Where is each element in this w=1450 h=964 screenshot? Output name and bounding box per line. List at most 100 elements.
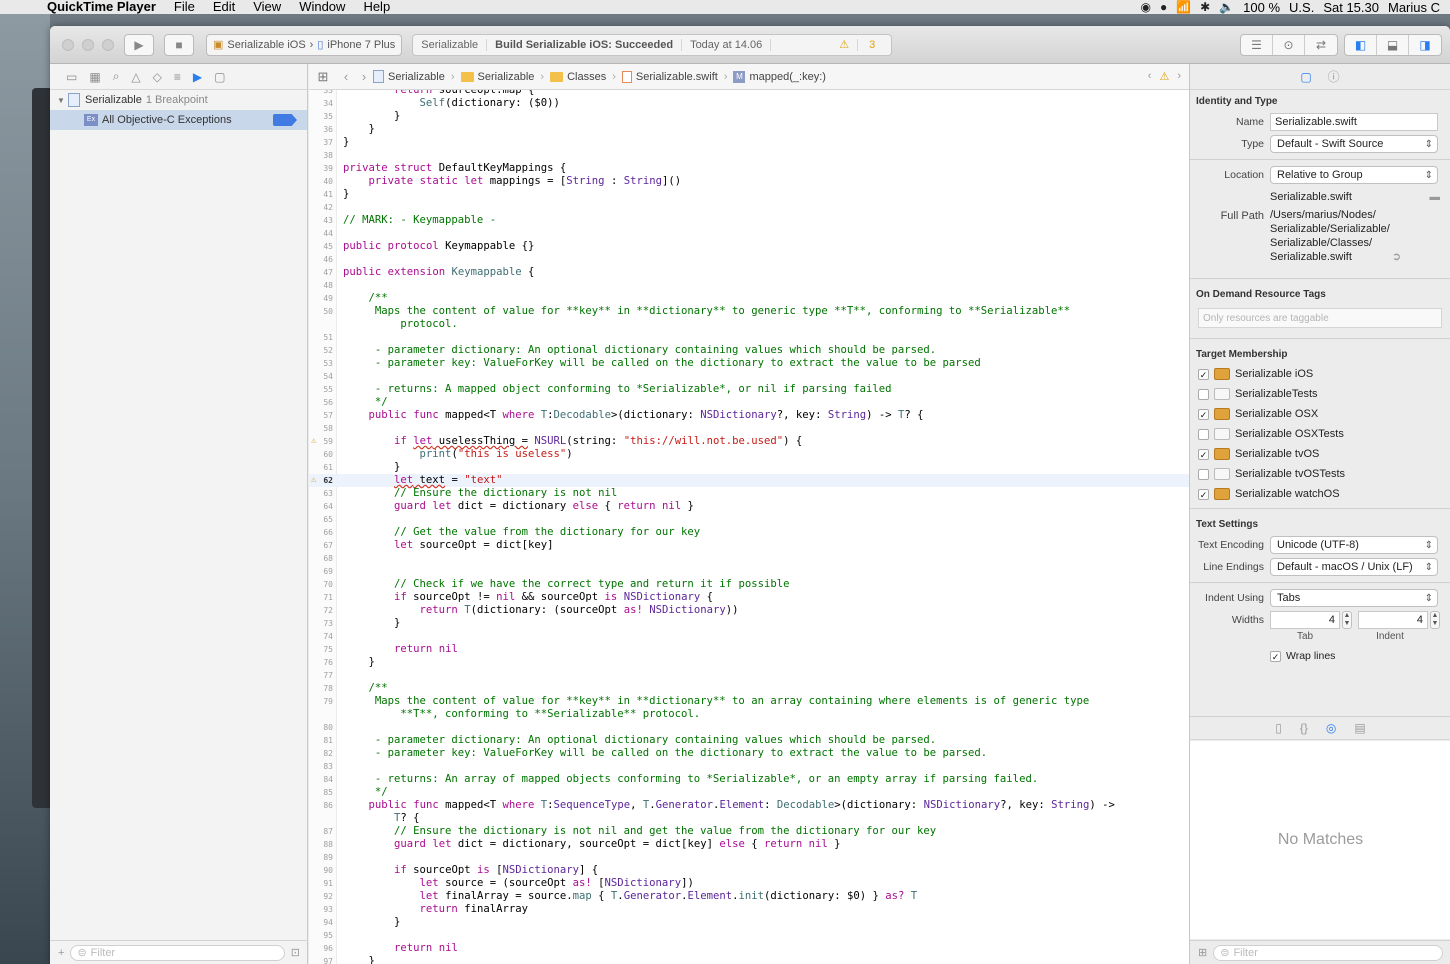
code-line[interactable]: 66 // Get the value from the dictionary …	[309, 526, 1189, 539]
line-number[interactable]: 74	[309, 630, 333, 643]
target-row[interactable]: ✓ Serializable OSX	[1190, 404, 1450, 424]
line-number[interactable]: 51	[309, 331, 333, 344]
menu-file[interactable]: File	[165, 0, 204, 14]
close-window-button[interactable]	[62, 38, 74, 51]
code-line[interactable]: 33 return sourceOpt.map {	[309, 90, 1189, 97]
code-line[interactable]: 90 if sourceOpt is [NSDictionary] {	[309, 864, 1189, 877]
target-row[interactable]: Serializable OSXTests	[1190, 424, 1450, 444]
line-number[interactable]: 44	[309, 227, 333, 240]
line-number[interactable]: 83	[309, 760, 333, 773]
code-text[interactable]: private static let mappings = [String : …	[343, 175, 682, 188]
code-text[interactable]: }	[343, 916, 400, 929]
line-number[interactable]: 61	[309, 461, 333, 474]
code-line[interactable]: 50 Maps the content of value for **key**…	[309, 305, 1189, 318]
related-items-icon[interactable]: ⊞	[309, 69, 337, 85]
type-select[interactable]: Default - Swift Source	[1270, 135, 1438, 153]
code-text[interactable]: return sourceOpt.map {	[343, 90, 534, 97]
line-number[interactable]: 40	[309, 175, 333, 188]
code-text[interactable]: public protocol Keymappable {}	[343, 240, 534, 253]
line-number[interactable]: 95	[309, 929, 333, 942]
code-line[interactable]: 57 public func mapped<T where T:Decodabl…	[309, 409, 1189, 422]
add-icon[interactable]: +	[58, 947, 64, 959]
reveal-in-finder-icon[interactable]: ➲	[1392, 250, 1401, 264]
code-line[interactable]: 46	[309, 253, 1189, 266]
line-number[interactable]: 79	[309, 695, 333, 708]
code-text[interactable]: public func mapped<T where T:SequenceTyp…	[343, 799, 1115, 812]
code-text[interactable]: if sourceOpt != nil && sourceOpt is NSDi…	[343, 591, 713, 604]
line-number[interactable]: 76	[309, 656, 333, 669]
choose-folder-icon[interactable]: ▬	[1430, 191, 1441, 203]
code-line[interactable]: 61 }	[309, 461, 1189, 474]
code-text[interactable]: // MARK: - Keymappable -	[343, 214, 496, 227]
code-line[interactable]: 76 }	[309, 656, 1189, 669]
code-text[interactable]: // Ensure the dictionary is not nil	[343, 487, 617, 500]
code-line[interactable]: 39 private struct DefaultKeyMappings {	[309, 162, 1189, 175]
code-text[interactable]: T? {	[343, 812, 420, 825]
code-text[interactable]: return T(dictionary: (sourceOpt as! NSDi…	[343, 604, 739, 617]
input-source[interactable]: U.S.	[1289, 0, 1314, 14]
line-number[interactable]: 92	[309, 890, 333, 903]
code-text[interactable]: let source = (sourceOpt as! [NSDictionar…	[343, 877, 694, 890]
menu-app-name[interactable]: QuickTime Player	[38, 0, 165, 14]
code-line[interactable]: 70 // Check if we have the correct type …	[309, 578, 1189, 591]
code-snippet-library-icon[interactable]: {}	[1300, 721, 1308, 735]
code-line[interactable]: 88 guard let dict = dictionary, sourceOp…	[309, 838, 1189, 851]
code-text[interactable]: guard let dict = dictionary else { retur…	[343, 500, 694, 513]
target-row[interactable]: SerializableTests	[1190, 384, 1450, 404]
target-checkbox[interactable]	[1198, 428, 1209, 440]
code-line[interactable]: 49 /**	[309, 292, 1189, 305]
code-line[interactable]: 48	[309, 279, 1189, 292]
line-number[interactable]: 56	[309, 396, 333, 409]
test-navigator-icon[interactable]: ◇	[153, 70, 162, 84]
grid-view-icon[interactable]: ⊞	[1198, 946, 1207, 959]
code-line[interactable]: 82 - parameter key: ValueForKey will be …	[309, 747, 1189, 760]
code-line[interactable]: 64 guard let dict = dictionary else { re…	[309, 500, 1189, 513]
code-text[interactable]: let finalArray = source.map { T.Generato…	[343, 890, 918, 903]
line-number[interactable]: 97	[309, 955, 333, 964]
code-line[interactable]: 79 Maps the content of value for **key**…	[309, 695, 1189, 708]
line-number[interactable]: 66	[309, 526, 333, 539]
code-line[interactable]: 60 print("this is useless")	[309, 448, 1189, 461]
line-number[interactable]: 35	[309, 110, 333, 123]
code-text[interactable]: }	[343, 617, 400, 630]
report-navigator-icon[interactable]: ▢	[214, 70, 225, 84]
code-line[interactable]: 91 let source = (sourceOpt as! [NSDictio…	[309, 877, 1189, 890]
line-number[interactable]: 39	[309, 162, 333, 175]
find-navigator-icon[interactable]: ⌕	[113, 69, 120, 84]
line-number[interactable]: 69	[309, 565, 333, 578]
code-line[interactable]: 67 let sourceOpt = dict[key]	[309, 539, 1189, 552]
code-text[interactable]: return nil	[343, 643, 458, 656]
code-text[interactable]: print("this is useless")	[343, 448, 573, 461]
stop-button[interactable]: ■	[164, 33, 194, 56]
line-number[interactable]: 49	[309, 292, 333, 305]
line-number[interactable]: 65	[309, 513, 333, 526]
line-number[interactable]: 54	[309, 370, 333, 383]
line-number[interactable]: 68	[309, 552, 333, 565]
file-template-library-icon[interactable]: ▯	[1275, 721, 1282, 735]
crumb-file[interactable]: Serializable.swift	[621, 70, 724, 83]
code-text[interactable]: }	[343, 955, 375, 964]
code-line[interactable]: 65	[309, 513, 1189, 526]
code-text[interactable]: Maps the content of value for **key** in…	[343, 305, 1070, 318]
target-row[interactable]: ✓ Serializable watchOS	[1190, 484, 1450, 504]
code-text[interactable]: }	[343, 123, 375, 136]
code-line[interactable]: 44	[309, 227, 1189, 240]
breakpoint-marker-icon[interactable]	[273, 114, 297, 126]
line-number[interactable]: 34	[309, 97, 333, 110]
navigator-filter-input[interactable]: ⊜ Filter	[70, 944, 285, 961]
line-number[interactable]: 67	[309, 539, 333, 552]
code-line[interactable]: 93 return finalArray	[309, 903, 1189, 916]
code-line[interactable]: 94 }	[309, 916, 1189, 929]
code-line[interactable]: 89	[309, 851, 1189, 864]
code-line[interactable]: 81 - parameter dictionary: An optional d…	[309, 734, 1189, 747]
line-number[interactable]: 85	[309, 786, 333, 799]
target-row[interactable]: Serializable tvOSTests	[1190, 464, 1450, 484]
warning-icon[interactable]: ⚠	[311, 435, 316, 448]
code-line[interactable]: 78 /**	[309, 682, 1189, 695]
code-line[interactable]: 68	[309, 552, 1189, 565]
line-number[interactable]: 33	[309, 90, 333, 97]
code-line[interactable]: 37}	[309, 136, 1189, 149]
line-number[interactable]: 88	[309, 838, 333, 851]
line-number[interactable]: 84	[309, 773, 333, 786]
line-number[interactable]: 37	[309, 136, 333, 149]
